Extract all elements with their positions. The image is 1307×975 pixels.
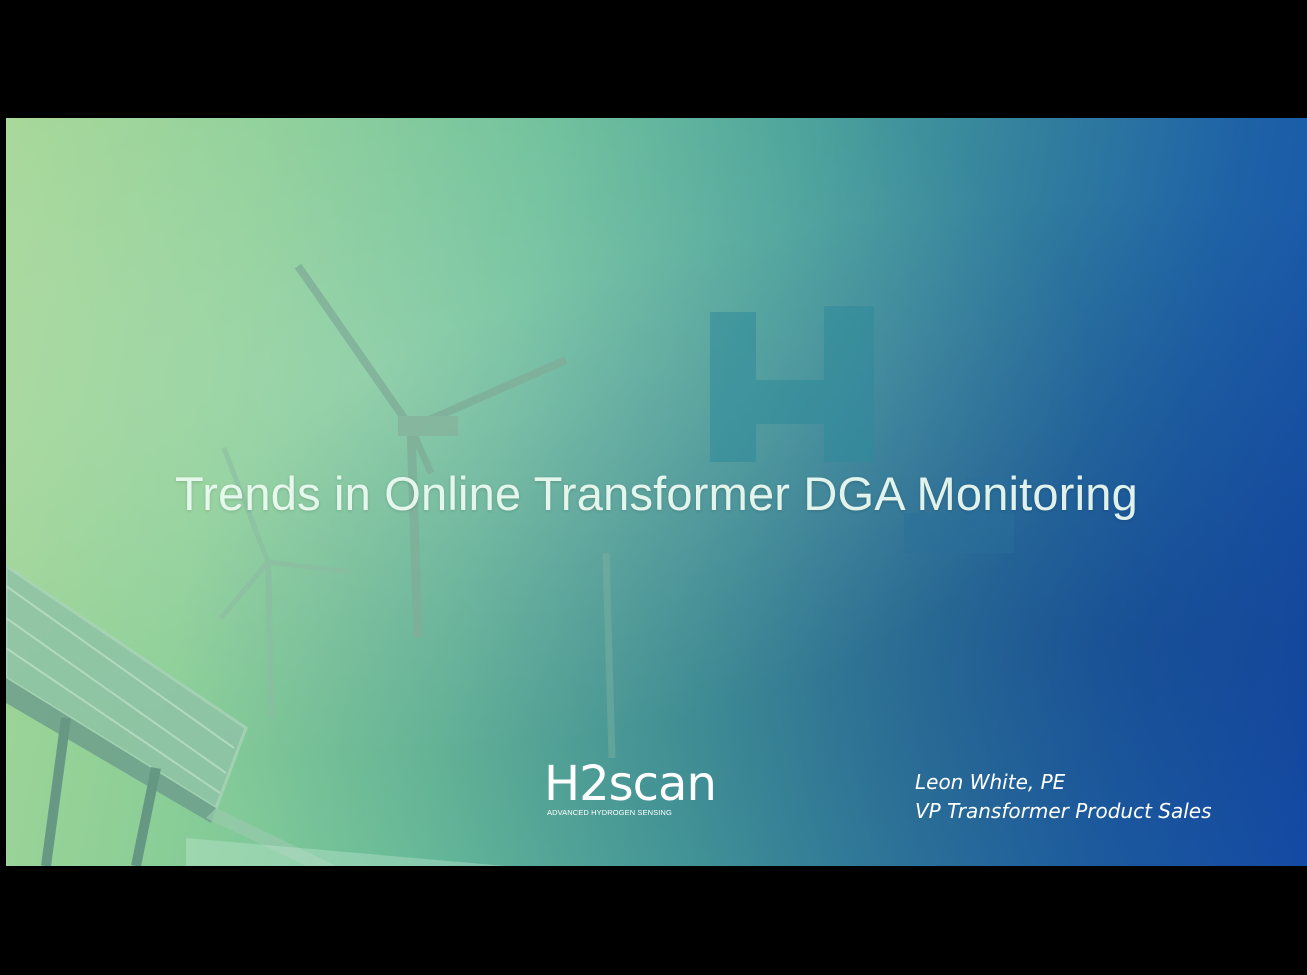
slide-title: Trends in Online Transformer DGA Monitor…: [175, 467, 1138, 520]
presenter-role: VP Transformer Product Sales: [915, 799, 1212, 823]
solar-panel-array: [6, 564, 336, 866]
logo-tagline: ADVANCED HYDROGEN SENSING: [547, 808, 672, 817]
logo-wordmark: H2scan: [544, 756, 717, 812]
wind-turbine-large: [294, 263, 568, 639]
wind-turbine-far: [602, 552, 616, 759]
video-frame: Trends in Online Transformer DGA Monitor…: [0, 0, 1307, 975]
title-slide: Trends in Online Transformer DGA Monitor…: [6, 118, 1307, 866]
presenter-name: Leon White, PE: [915, 770, 1066, 794]
panel-edge-highlight: [186, 838, 506, 866]
h2scan-logo: H2scan ADVANCED HYDROGEN SENSING: [544, 758, 744, 822]
presenter-info: Leon White, PE VP Transformer Product Sa…: [915, 768, 1212, 826]
